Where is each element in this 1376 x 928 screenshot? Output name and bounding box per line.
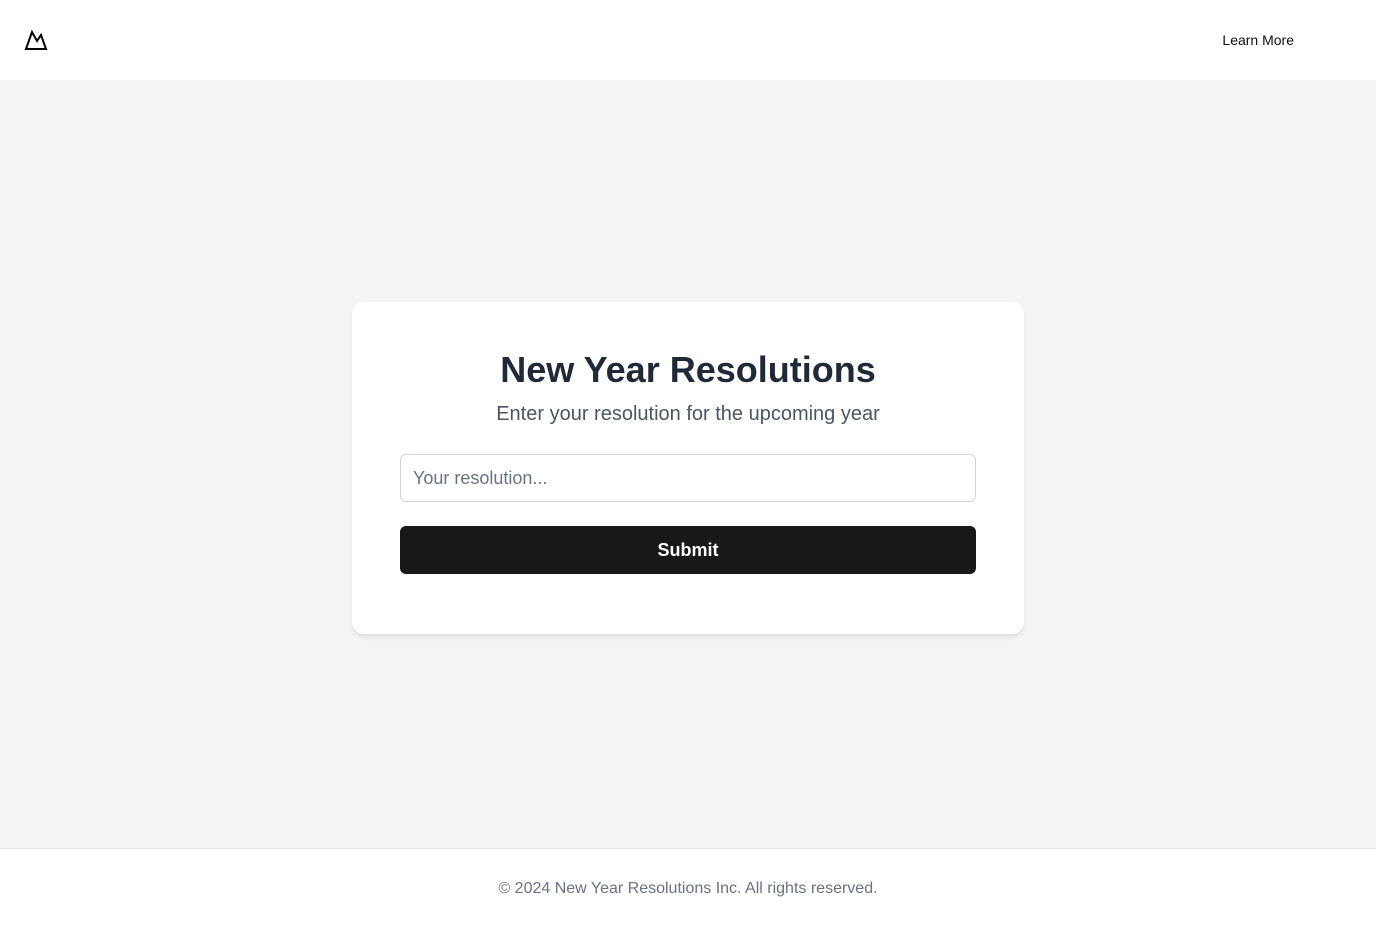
mountain-icon xyxy=(24,29,48,50)
site-footer: © 2024 New Year Resolutions Inc. All rig… xyxy=(0,848,1376,928)
page-title: New Year Resolutions xyxy=(500,349,876,390)
resolution-card: New Year Resolutions Enter your resoluti… xyxy=(352,302,1024,634)
site-header: Learn More xyxy=(0,0,1376,80)
main-content: New Year Resolutions Enter your resoluti… xyxy=(0,80,1376,848)
learn-more-link[interactable]: Learn More xyxy=(1222,32,1294,48)
copyright-text: © 2024 New Year Resolutions Inc. All rig… xyxy=(498,879,878,897)
page: Learn More New Year Resolutions Enter yo… xyxy=(0,0,1376,928)
resolution-input[interactable] xyxy=(400,454,976,502)
submit-button[interactable]: Submit xyxy=(400,526,976,574)
logo-link[interactable] xyxy=(24,28,48,52)
page-subtitle: Enter your resolution for the upcoming y… xyxy=(496,403,880,425)
